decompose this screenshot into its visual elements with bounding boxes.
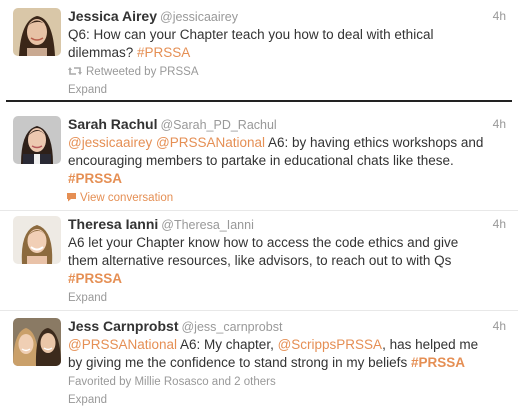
mention-link[interactable]: @jessicaairey: [68, 135, 152, 150]
author-handle[interactable]: @Sarah_PD_Rachul: [160, 118, 276, 132]
avatar[interactable]: [13, 8, 61, 56]
avatar[interactable]: [13, 116, 61, 164]
author-handle[interactable]: @jessicaairey: [160, 10, 238, 24]
mention-link[interactable]: @ScrippsPRSSA: [278, 337, 383, 352]
author-name[interactable]: Sarah Rachul @Sarah_PD_Rachul: [68, 116, 277, 132]
timestamp[interactable]: 4h: [493, 117, 506, 131]
tweet-text-line: dilemmas? #PRSSA: [68, 45, 191, 60]
expand-link[interactable]: Expand: [68, 394, 107, 406]
tweet-text: Q6: How can your Chapter teach you how t…: [68, 26, 433, 62]
tweet-text-line: by giving me the confidence to stand str…: [68, 355, 465, 370]
mention-link[interactable]: @PRSSANational: [156, 135, 265, 150]
tweet-text: @jessicaairey @PRSSANational A6: by havi…: [68, 134, 483, 188]
tweet-jessica-airey: Jessica Airey @jessicaairey 4h Q6: How ca…: [0, 0, 518, 100]
tweet-text-line: @PRSSANational A6: My chapter, @ScrippsP…: [68, 337, 479, 352]
tweet-text-line: A6 let your Chapter know how to access t…: [68, 235, 459, 250]
expand-link[interactable]: Expand: [68, 84, 107, 96]
avatar[interactable]: [13, 318, 61, 366]
retweet-context: Retweeted by PRSSA: [68, 66, 199, 78]
tweet-text-line: @jessicaairey @PRSSANational A6: by havi…: [68, 135, 484, 150]
author-name[interactable]: Jessica Airey @jessicaairey: [68, 8, 238, 24]
tweet-jess-carnprobst: Jess Carnprobst @jess_carnprobst 4h @PRSS…: [0, 310, 518, 410]
hashtag-link[interactable]: #PRSSA: [68, 271, 122, 286]
tweet-sarah-rachul: Sarah Rachul @Sarah_PD_Rachul 4h @jessica…: [0, 108, 518, 208]
tweet-text-line: #PRSSA: [68, 270, 458, 288]
tweet-text-line: Q6: How can your Chapter teach you how t…: [68, 27, 434, 42]
timestamp[interactable]: 4h: [493, 9, 506, 23]
tweet-text-line: encouraging members to partake in educat…: [68, 153, 454, 168]
tweet-text: @PRSSANational A6: My chapter, @ScrippsP…: [68, 336, 478, 372]
avatar[interactable]: [13, 216, 61, 264]
hashtag-link[interactable]: #PRSSA: [137, 45, 190, 60]
author-name[interactable]: Jess Carnprobst @jess_carnprobst: [68, 318, 282, 334]
tweet-text-line: them alternative resources, like advisor…: [68, 253, 452, 268]
mention-link[interactable]: @PRSSANational: [68, 337, 177, 352]
retweet-icon: [68, 67, 82, 75]
hashtag-link[interactable]: #PRSSA: [411, 355, 465, 370]
tweet-text: A6 let your Chapter know how to access t…: [68, 234, 458, 288]
author-name[interactable]: Theresa Ianni @Theresa_Ianni: [68, 216, 254, 232]
expand-link[interactable]: Expand: [68, 292, 107, 304]
tweet-theresa-ianni: Theresa Ianni @Theresa_Ianni 4h A6 let yo…: [0, 208, 518, 310]
hashtag-link[interactable]: #PRSSA: [68, 171, 122, 186]
timestamp[interactable]: 4h: [493, 217, 506, 231]
speech-bubble-icon: [67, 193, 76, 202]
timestamp[interactable]: 4h: [493, 319, 506, 333]
view-conversation-link[interactable]: View conversation: [66, 192, 173, 204]
divider: [6, 100, 512, 102]
author-handle[interactable]: @Theresa_Ianni: [161, 218, 254, 232]
favorited-context[interactable]: Favorited by Millie Rosasco and 2 others: [68, 376, 276, 388]
author-handle[interactable]: @jess_carnprobst: [181, 320, 282, 334]
tweet-text-line: #PRSSA: [68, 170, 483, 188]
